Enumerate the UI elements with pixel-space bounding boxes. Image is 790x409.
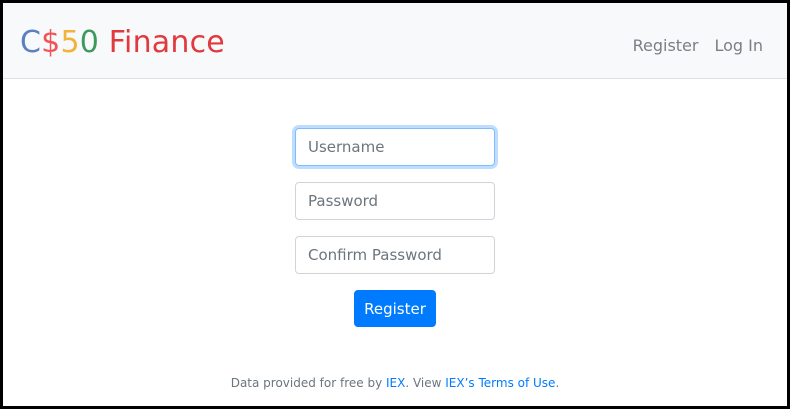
brand-letter-c: C [20,25,42,60]
brand-logo[interactable]: C$50 Finance [20,23,225,63]
nav-register-link[interactable]: Register [633,36,699,55]
nav-login-link[interactable]: Log In [714,36,763,55]
brand-digit-0: 0 [79,25,100,60]
register-button[interactable]: Register [354,290,436,327]
navbar: C$50 Finance Register Log In [3,3,787,79]
brand-finance: Finance [99,25,225,60]
password-input[interactable] [295,182,495,220]
iex-terms-link[interactable]: IEX’s Terms of Use [445,376,555,390]
username-input[interactable] [295,128,495,166]
confirm-password-input[interactable] [295,236,495,274]
nav-links: Register Log In [633,36,763,55]
iex-link[interactable]: IEX [386,376,405,390]
footer-suffix: . [555,376,560,390]
brand-digit-5: 5 [60,25,80,60]
brand-dollar: $ [41,25,61,60]
footer-prefix: Data provided for free by [230,376,386,390]
footer-middle: . View [405,376,446,390]
page: C$50 Finance Register Log In Register Da… [3,3,787,406]
footer: Data provided for free by IEX. View IEX’… [3,376,787,390]
